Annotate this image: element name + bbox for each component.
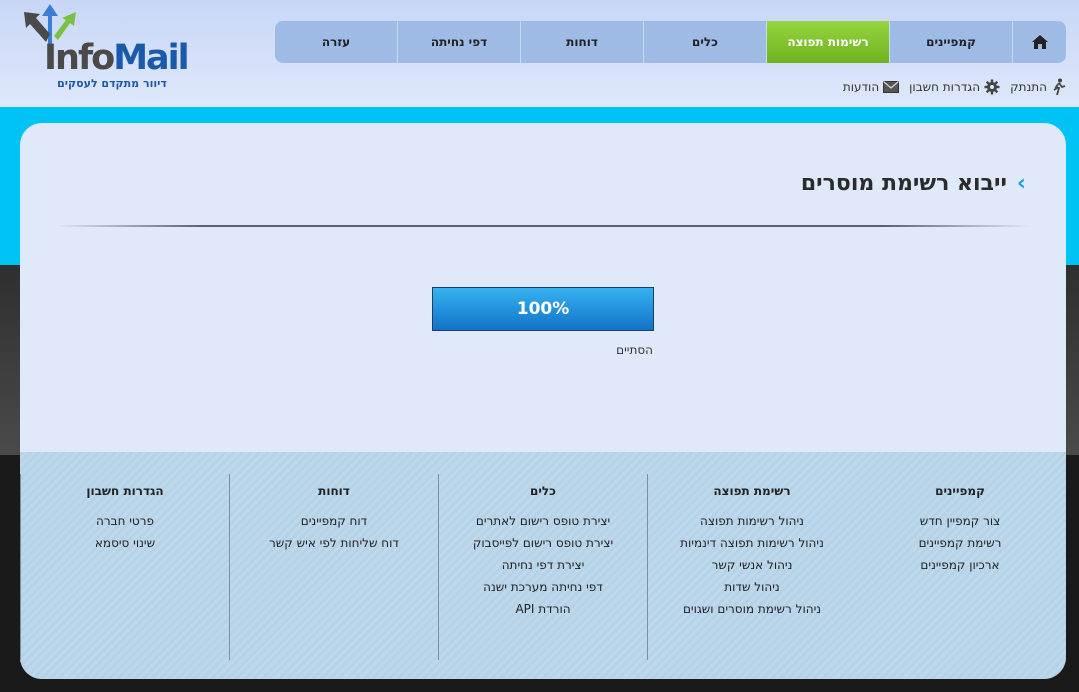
footer-col-campaigns: קמפיינים צור קמפיין חדש רשימת קמפיינים א… (856, 474, 1064, 660)
logo-mail: Mail (113, 38, 189, 78)
footer-heading: קמפיינים (935, 484, 985, 498)
logout-link[interactable]: התנתק (1010, 78, 1067, 96)
home-button[interactable] (1012, 21, 1066, 63)
footer-link[interactable]: ניהול שדות (648, 576, 856, 598)
footer-sitemap: קמפיינים צור קמפיין חדש רשימת קמפיינים א… (20, 452, 1066, 679)
footer-link[interactable]: דוח שליחות לפי איש קשר (230, 532, 438, 554)
footer-link[interactable]: דפי נחיתה מערכת ישנה (439, 576, 647, 598)
footer-link[interactable]: ניהול רשימות תפוצה דינמיות (648, 532, 856, 554)
utility-bar: הודעות הגדרות חשבון התנתק (843, 76, 1067, 98)
content-card: › ייבוא רשימת מוסרים 100% הסתיים קמפייני… (20, 123, 1066, 679)
infomail-logo[interactable]: InfoMail דיוור מתקדם לעסקים (20, 2, 190, 94)
footer-link[interactable]: שינוי סיסמא (21, 532, 229, 554)
footer-link[interactable]: הורדת API (439, 598, 647, 620)
progress-percent: 100% (516, 299, 570, 319)
progress-status: הסתיים (616, 343, 653, 357)
page-header: › ייבוא רשימת מוסרים (801, 171, 1026, 196)
progress-bar: 100% (432, 287, 654, 331)
home-icon (1031, 35, 1048, 49)
nav-tab-reports[interactable]: דוחות (520, 21, 643, 63)
running-person-icon (1053, 78, 1066, 96)
footer-link[interactable]: פרטי חברה (21, 510, 229, 532)
footer-link[interactable]: צור קמפיין חדש (856, 510, 1064, 532)
page-title: ייבוא רשימת מוסרים (800, 171, 1007, 196)
footer-heading: כלים (530, 484, 556, 498)
logo-wordmark: InfoMail (44, 38, 190, 78)
header: InfoMail דיוור מתקדם לעסקים קמפיינים רשי… (0, 0, 1079, 107)
title-divider (56, 225, 1030, 227)
footer-link[interactable]: רשימת קמפיינים (856, 532, 1064, 554)
account-settings-label: הגדרות חשבון (909, 80, 981, 94)
footer-link[interactable]: יצירת טופס רישום לאתרים (439, 510, 647, 532)
nav-tab-campaigns[interactable]: קמפיינים (889, 21, 1012, 63)
footer-link[interactable]: ניהול רשימת מוסרים ושגוים (648, 598, 856, 620)
logout-label: התנתק (1010, 80, 1047, 94)
nav-tab-landing-pages[interactable]: דפי נחיתה (397, 21, 520, 63)
footer-link[interactable]: יצירת טופס רישום לפייסבוק (439, 532, 647, 554)
footer-link[interactable]: ניהול אנשי קשר (648, 554, 856, 576)
envelope-icon (883, 81, 900, 93)
messages-link[interactable]: הודעות (842, 80, 900, 94)
footer-heading: הגדרות חשבון (86, 484, 164, 498)
footer-col-reports: דוחות דוח קמפיינים דוח שליחות לפי איש קש… (229, 474, 438, 660)
main-nav: קמפיינים רשימות תפוצה כלים דוחות דפי נחי… (275, 21, 1066, 63)
footer-col-mailing-lists: רשימת תפוצה ניהול רשימות תפוצה ניהול רשי… (647, 474, 856, 660)
nav-tab-tools[interactable]: כלים (643, 21, 766, 63)
footer-col-account-settings: הגדרות חשבון פרטי חברה שינוי סיסמא (20, 474, 229, 660)
footer-heading: דוחות (318, 484, 350, 498)
footer-link[interactable]: יצירת דפי נחיתה (439, 554, 647, 576)
footer-link[interactable]: דוח קמפיינים (230, 510, 438, 532)
nav-tab-mailing-lists[interactable]: רשימות תפוצה (766, 21, 889, 63)
nav-tab-help[interactable]: עזרה (275, 21, 397, 63)
logo-info: Info (44, 38, 115, 78)
account-settings-link[interactable]: הגדרות חשבון (909, 79, 1000, 95)
footer-col-tools: כלים יצירת טופס רישום לאתרים יצירת טופס … (438, 474, 647, 660)
chevron-right-icon: › (1016, 170, 1026, 196)
gear-icon (984, 79, 1000, 95)
messages-label: הודעות (842, 80, 880, 94)
footer-heading: רשימת תפוצה (713, 484, 791, 498)
footer-link[interactable]: ארכיון קמפיינים (856, 554, 1064, 576)
footer-link[interactable]: ניהול רשימות תפוצה (648, 510, 856, 532)
logo-tagline: דיוור מתקדם לעסקים (57, 77, 167, 90)
